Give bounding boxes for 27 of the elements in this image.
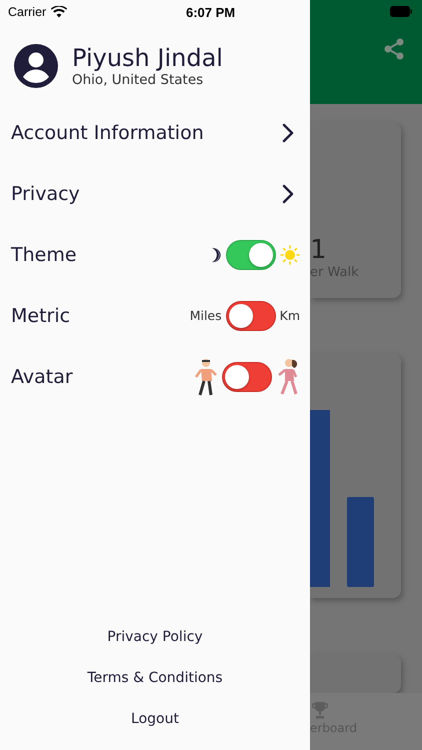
footer-link[interactable]: Privacy Policy xyxy=(107,617,203,658)
toggle-option-label: Miles xyxy=(190,308,222,323)
user-name: Piyush Jindal xyxy=(72,44,223,72)
chevron-right-icon[interactable] xyxy=(282,122,294,142)
toggle-switch[interactable] xyxy=(222,362,272,392)
chevron-right-icon[interactable] xyxy=(282,184,294,204)
walking-man-icon xyxy=(194,356,218,396)
toggle-switch[interactable] xyxy=(226,300,276,330)
menu-item-label[interactable]: Account Information xyxy=(11,122,204,144)
status-time: 6:07 PM xyxy=(186,4,236,20)
avatar-icon xyxy=(14,44,58,88)
battery-icon xyxy=(390,6,412,17)
menu-item-label: Theme xyxy=(11,244,77,266)
menu-item-label[interactable]: Privacy xyxy=(11,182,80,204)
toggle-option-label: Km xyxy=(280,308,300,323)
stat-value: 1 xyxy=(310,234,327,265)
toggle-switch[interactable] xyxy=(226,240,276,270)
footer-link[interactable]: Logout xyxy=(131,699,179,740)
walking-woman-icon xyxy=(276,356,300,396)
carrier-label: Carrier xyxy=(8,5,46,19)
moon-icon xyxy=(210,246,222,262)
user-location: Ohio, United States xyxy=(72,72,204,88)
wifi-icon xyxy=(51,6,68,18)
menu-item-label: Metric xyxy=(11,304,70,326)
footer-link[interactable]: Terms & Conditions xyxy=(87,658,223,699)
menu-item-label: Avatar xyxy=(11,366,73,388)
sun-icon xyxy=(280,244,300,264)
